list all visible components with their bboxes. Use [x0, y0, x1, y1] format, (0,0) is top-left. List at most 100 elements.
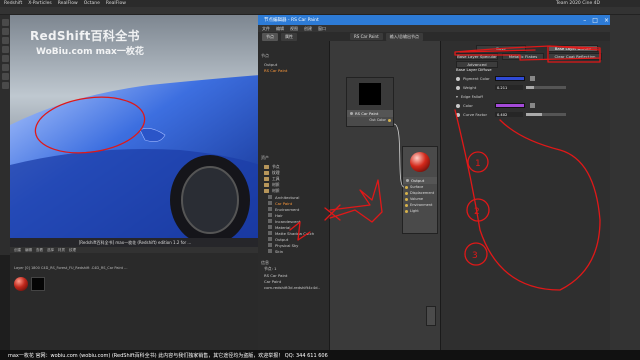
node-editor-titlebar[interactable]: 节点编辑器 - RS Car Paint	[258, 15, 610, 25]
keyframe-icon[interactable]	[456, 103, 460, 108]
weight-field[interactable]: 0.211	[495, 85, 523, 90]
point-tool-icon[interactable]	[1, 73, 9, 80]
viewport-status-bar: [Redshift百科全书] max一枚花 (Redshift) edition…	[10, 238, 260, 247]
ne-menu-create[interactable]: 创建	[304, 26, 312, 32]
node-editor-title: 节点编辑器 - RS Car Paint	[264, 18, 319, 23]
folder-icon	[264, 177, 269, 181]
curve-factor-slider-fill	[526, 113, 543, 116]
node-list-item-selected[interactable]: RS Car Paint	[258, 67, 329, 73]
pigment-color-row: Pigment Color	[456, 75, 535, 82]
ne-menu-edit[interactable]: 编辑	[276, 26, 284, 32]
edge-color-row: Color	[456, 102, 535, 109]
tab-nodes[interactable]: 节点	[262, 32, 278, 41]
tab-attributes[interactable]: 属性	[281, 32, 297, 41]
c4d-toolbar	[0, 7, 640, 15]
move-tool-icon[interactable]	[1, 19, 9, 26]
wire-outcolor-surface	[393, 123, 405, 188]
tab-base[interactable]: Base	[476, 45, 526, 52]
tab-metallic-flakes[interactable]: Metallic Flakes	[502, 53, 544, 60]
folder-icon	[264, 171, 269, 175]
material-icon	[268, 207, 272, 211]
info-row: com.redshift3d.redshift4c4d..	[264, 284, 320, 290]
keyframe-icon[interactable]	[456, 85, 460, 90]
material-thumbnail-black[interactable]	[31, 277, 45, 291]
node-editor-tabs: 节点 属性 RS Car Paint 输入/总输出节点	[258, 32, 610, 41]
material-icon	[268, 219, 272, 223]
tab-base-layer-diffuse[interactable]: Base Layer Diffuse	[548, 45, 598, 52]
ne-menu-view[interactable]: 视图	[290, 26, 298, 32]
tab-clear-coat-reflection[interactable]: Clear Coat Reflection	[548, 53, 602, 60]
scale-tool-icon[interactable]	[1, 28, 9, 35]
left-toolbar	[0, 15, 10, 255]
material-manager	[10, 247, 260, 350]
asset-item[interactable]: Skin	[258, 248, 329, 254]
app-title: Team 2020 Cine 4D	[556, 1, 600, 6]
edge-color-swatch[interactable]	[495, 103, 525, 108]
footer-text: max一枚花 官网：wobiu.com (wobiu.com) (RedShif…	[8, 352, 328, 359]
mat-menu-edit[interactable]: 编辑	[25, 248, 32, 253]
menu-octane[interactable]: Octane	[84, 1, 100, 6]
mat-menu-view[interactable]: 查看	[36, 248, 43, 253]
minimize-icon[interactable]: –	[583, 17, 586, 24]
material-thumbnail-red[interactable]	[14, 277, 28, 291]
edge-falloff-row[interactable]: ▾ Edge Falloff	[456, 93, 483, 100]
menu-realflow[interactable]: RealFlow	[58, 1, 78, 6]
close-icon[interactable]: ×	[604, 17, 609, 24]
material-path: Layer [0] 1800 C4D_RS_Forest_FU_Redshift…	[14, 266, 128, 270]
app-menubar: Redshift X-Particles RealFlow Octane Rea…	[0, 0, 640, 7]
keyframe-icon[interactable]	[456, 112, 460, 117]
maximize-icon[interactable]: □	[592, 17, 598, 24]
curve-factor-row: Curve Factor 0.402	[456, 111, 566, 118]
curve-factor-field[interactable]: 0.402	[495, 112, 523, 117]
weight-row: Weight 0.211	[456, 84, 566, 91]
material-icon	[268, 231, 272, 235]
material-icon	[268, 243, 272, 247]
pigment-texture-icon[interactable]	[530, 76, 535, 81]
section-title-diffuse: Base Layer Diffuse	[456, 67, 492, 72]
nodes-section-title: 节点	[261, 53, 269, 58]
menu-realflow-2[interactable]: RealFlow	[106, 1, 126, 6]
material-manager-menu: 创建 编辑 查看 选择 材质 纹理	[10, 247, 260, 253]
viewport-status-text: [Redshift百科全书] max一枚花 (Redshift) edition…	[78, 239, 192, 245]
texture-tool-icon[interactable]	[1, 82, 9, 89]
c4d-right-panel	[610, 15, 640, 350]
edge-texture-icon[interactable]	[530, 103, 535, 108]
screen: Redshift X-Particles RealFlow Octane Rea…	[0, 0, 640, 360]
weight-slider[interactable]	[526, 86, 566, 89]
edge-tool-icon[interactable]	[1, 64, 9, 71]
mat-menu-material[interactable]: 材质	[58, 248, 65, 253]
rotate-tool-icon[interactable]	[1, 37, 9, 44]
select-tool-icon[interactable]	[1, 46, 9, 53]
node-graph-canvas[interactable]: RS Car Paint Out Color Output Surface Di…	[330, 41, 440, 360]
mat-menu-texture[interactable]: 纹理	[69, 248, 76, 253]
watermark: RedShift百科全书 WoBiu.com max一枚花	[30, 27, 250, 57]
ne-menu-window[interactable]: 窗口	[318, 26, 326, 32]
pigment-color-swatch[interactable]	[495, 76, 525, 81]
watermark-line1: RedShift百科全书	[30, 29, 140, 43]
material-icon	[268, 237, 272, 241]
tab-base-layer-specular[interactable]: Base Layer Specular	[456, 53, 498, 60]
keyframe-icon[interactable]	[456, 76, 460, 81]
mat-menu-create[interactable]: 创建	[14, 248, 21, 253]
menu-xparticles[interactable]: X-Particles	[28, 1, 51, 6]
watermark-line2: WoBiu.com max一枚花	[36, 47, 144, 57]
graph-scroll-handle[interactable]	[426, 306, 436, 326]
material-icon	[268, 249, 272, 253]
mat-menu-select[interactable]: 选择	[47, 248, 54, 253]
expand-arrow-icon[interactable]: ▾	[456, 94, 458, 99]
material-icon	[268, 195, 272, 199]
node-browser-panel: 节点 Output RS Car Paint 资产 节点 纹理 工具 材质 材质…	[258, 41, 330, 360]
window-controls: – □ ×	[579, 15, 609, 25]
material-icon	[268, 225, 272, 229]
weight-slider-fill	[526, 86, 535, 89]
assets-section-title: 资产	[261, 155, 269, 160]
tab-io-nodes[interactable]: 输入/总输出节点	[385, 32, 424, 41]
polygon-tool-icon[interactable]	[1, 55, 9, 62]
material-icon	[268, 201, 272, 205]
curve-factor-slider[interactable]	[526, 113, 566, 116]
ne-menu-file[interactable]: 文件	[262, 26, 270, 32]
folder-icon	[264, 189, 269, 193]
menu-redshift[interactable]: Redshift	[4, 1, 22, 6]
tab-rs-car-paint[interactable]: RS Car Paint	[350, 33, 383, 40]
node-wires	[393, 123, 405, 188]
